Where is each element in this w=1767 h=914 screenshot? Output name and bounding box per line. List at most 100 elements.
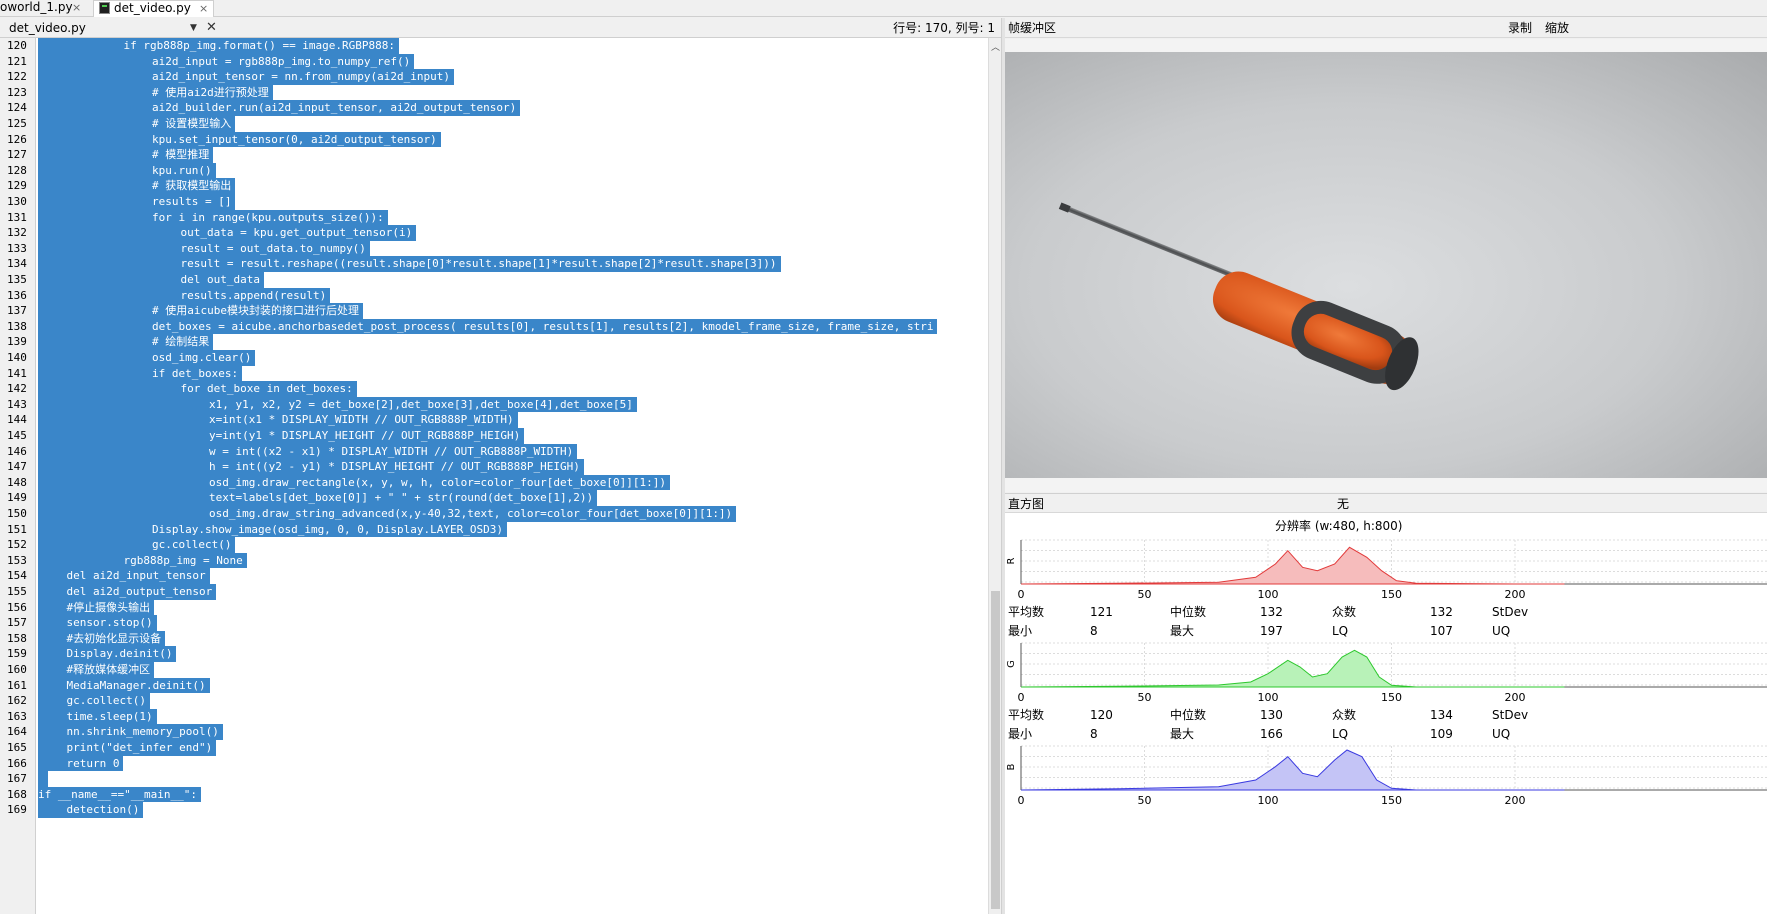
- channel-label: G: [1006, 660, 1017, 668]
- line-number: 122: [7, 70, 27, 84]
- code-line[interactable]: 137 # 使用aicube模块封装的接口进行后处理: [0, 303, 988, 319]
- code-line[interactable]: 141 if det_boxes:: [0, 365, 988, 382]
- editor-scrollbar[interactable]: ︿: [988, 38, 1001, 914]
- histogram-series-r: [1020, 546, 1565, 585]
- code-line[interactable]: 157 sensor.stop(): [0, 615, 988, 631]
- code-line[interactable]: 159 Display.deinit(): [0, 646, 988, 662]
- scrollbar-thumb[interactable]: [991, 591, 1000, 909]
- close-icon[interactable]: ✕: [206, 18, 217, 38]
- cursor-position: 行号: 170, 列号: 1: [893, 21, 995, 35]
- line-number: 160: [7, 663, 27, 676]
- code-text: results = []: [38, 194, 236, 210]
- code-line[interactable]: 133 result = out_data.to_numpy(): [0, 240, 988, 257]
- code-text: gc.collect(): [38, 693, 150, 709]
- tab-det-video[interactable]: det_video.py ×: [93, 0, 214, 17]
- code-line[interactable]: 150 osd_img.draw_string_advanced(x,y-40,3…: [0, 506, 988, 522]
- line-number: 128: [7, 163, 27, 177]
- code-line[interactable]: 127 # 模型推理: [0, 147, 988, 163]
- code-line[interactable]: 146 w = int((x2 - x1) * DISPLAY_WIDTH // …: [0, 443, 988, 460]
- code-line[interactable]: 167: [0, 771, 988, 787]
- framebuffer-header: 帧缓冲区 录制 缩放: [1005, 18, 1767, 38]
- code-line[interactable]: 147 h = int((y2 - y1) * DISPLAY_HEIGHT //…: [0, 459, 988, 475]
- code-line[interactable]: 145 y=int(y1 * DISPLAY_HEIGHT // OUT_RGB8…: [0, 428, 988, 444]
- tab-bar: oworld_1.py × det_video.py ×: [0, 0, 1767, 17]
- code-line[interactable]: 140 osd_img.clear(): [0, 350, 988, 366]
- channel-label: B: [1006, 763, 1017, 770]
- code-line[interactable]: 148 osd_img.draw_rectangle(x, y, w, h, co…: [0, 474, 988, 491]
- line-number: 164: [7, 725, 27, 739]
- code-line[interactable]: 136 results.append(result): [0, 287, 988, 304]
- code-line[interactable]: 125 # 设置模型输入: [0, 116, 988, 132]
- histogram-stat: 107: [1430, 624, 1453, 638]
- code-line[interactable]: 162 gc.collect(): [0, 693, 988, 709]
- tab-close-icon[interactable]: ×: [199, 1, 208, 16]
- zoom-button[interactable]: 缩放: [1545, 18, 1569, 38]
- code-line[interactable]: 142 for det_boxe in det_boxes:: [0, 381, 988, 397]
- code-line[interactable]: 139 # 绘制结果: [0, 334, 988, 350]
- code-line[interactable]: 165 print("det_infer end"): [0, 740, 988, 756]
- code-line[interactable]: 151 Display.show_image(osd_img, 0, 0, Dis…: [0, 521, 988, 538]
- code-line[interactable]: 129 # 获取模型输出: [0, 178, 988, 194]
- tab-helloworld[interactable]: oworld_1.py ×: [0, 0, 88, 17]
- line-number: 147: [7, 460, 27, 474]
- code-text: # 获取模型输出: [38, 178, 236, 194]
- code-text: ai2d_builder.run(ai2d_input_tensor, ai2d…: [38, 100, 521, 116]
- code-line[interactable]: 126 kpu.set_input_tensor(0, ai2d_output_t…: [0, 131, 988, 148]
- line-number: 158: [7, 631, 27, 645]
- code-text: # 模型推理: [38, 147, 214, 163]
- histogram-stat: UQ: [1492, 727, 1511, 741]
- code-line[interactable]: 135 del out_data: [0, 272, 988, 288]
- code-line[interactable]: 123 # 使用ai2d进行预处理: [0, 84, 988, 101]
- code-line[interactable]: 156 #停止摄像头输出: [0, 599, 988, 616]
- code-line[interactable]: 134 result = result.reshape((result.shape…: [0, 256, 988, 272]
- code-text: del ai2d_input_tensor: [38, 568, 210, 584]
- code-line[interactable]: 121 ai2d_input = rgb888p_img.to_numpy_ref…: [0, 53, 988, 70]
- line-number: 150: [7, 507, 27, 520]
- code-text: out_data = kpu.get_output_tensor(i): [38, 225, 417, 241]
- code-line[interactable]: 143 x1, y1, x2, y2 = det_boxe[2],det_boxe…: [0, 396, 988, 413]
- code-line[interactable]: 160 #释放媒体缓冲区: [0, 662, 988, 678]
- code-editor[interactable]: 120 if rgb888p_img.format() == image.RGBP…: [0, 38, 988, 914]
- code-line[interactable]: 144 x=int(x1 * DISPLAY_WIDTH // OUT_RGB88…: [0, 412, 988, 428]
- record-button[interactable]: 录制: [1508, 18, 1532, 38]
- code-line[interactable]: 168 if __name__=="__main__":: [0, 786, 988, 803]
- code-line[interactable]: 122 ai2d_input_tensor = nn.from_numpy(ai2…: [0, 69, 988, 85]
- code-text: det_boxes = aicube.anchorbasedet_post_pr…: [38, 318, 938, 335]
- code-text: x=int(x1 * DISPLAY_WIDTH // OUT_RGB888P_…: [38, 412, 518, 428]
- code-line[interactable]: 169 detection(): [0, 802, 988, 818]
- line-number: 167: [7, 772, 27, 786]
- code-line[interactable]: 153 rgb888p_img = None: [0, 552, 988, 569]
- scroll-up-icon[interactable]: ︿: [991, 40, 1000, 53]
- tick-label: 100: [1258, 588, 1279, 601]
- code-line[interactable]: 164 nn.shrink_memory_pool(): [0, 724, 988, 740]
- code-text: ai2d_input = rgb888p_img.to_numpy_ref(): [38, 53, 415, 70]
- code-line[interactable]: 124 ai2d_builder.run(ai2d_input_tensor, a…: [0, 100, 988, 116]
- code-line[interactable]: 163 time.sleep(1): [0, 708, 988, 725]
- code-text: del ai2d_output_tensor: [38, 584, 217, 600]
- histogram-mode-select[interactable]: 无: [1337, 494, 1349, 514]
- histogram-stat: 最大: [1170, 624, 1195, 638]
- code-line[interactable]: 120 if rgb888p_img.format() == image.RGBP…: [0, 38, 988, 54]
- code-line[interactable]: 132 out_data = kpu.get_output_tensor(i): [0, 225, 988, 241]
- line-number: 140: [7, 351, 27, 364]
- chevron-down-icon[interactable]: ▼: [190, 18, 197, 38]
- histogram-stat: 197: [1260, 624, 1283, 638]
- code-line[interactable]: 166 return 0: [0, 755, 988, 772]
- code-line[interactable]: 130 results = []: [0, 194, 988, 210]
- line-number: 133: [7, 241, 27, 255]
- code-line[interactable]: 152 gc.collect(): [0, 537, 988, 553]
- code-line[interactable]: 138 det_boxes = aicube.anchorbasedet_post…: [0, 318, 988, 335]
- framebuffer-view: [1005, 39, 1767, 492]
- histogram-stat: UQ: [1492, 624, 1511, 638]
- code-line[interactable]: 154 del ai2d_input_tensor: [0, 568, 988, 584]
- line-number: 146: [7, 444, 27, 458]
- code-line[interactable]: 149 text=labels[det_boxe[0]] + " " + str(…: [0, 490, 988, 506]
- tick-label: 0: [1018, 794, 1025, 807]
- line-number: 131: [7, 210, 27, 224]
- code-line[interactable]: 131 for i in range(kpu.outputs_size()):: [0, 209, 988, 226]
- tab-close-icon[interactable]: ×: [72, 0, 81, 15]
- code-line[interactable]: 161 MediaManager.deinit(): [0, 677, 988, 694]
- code-line[interactable]: 155 del ai2d_output_tensor: [0, 584, 988, 600]
- code-line[interactable]: 128 kpu.run(): [0, 162, 988, 179]
- code-line[interactable]: 158 #去初始化显示设备: [0, 630, 988, 647]
